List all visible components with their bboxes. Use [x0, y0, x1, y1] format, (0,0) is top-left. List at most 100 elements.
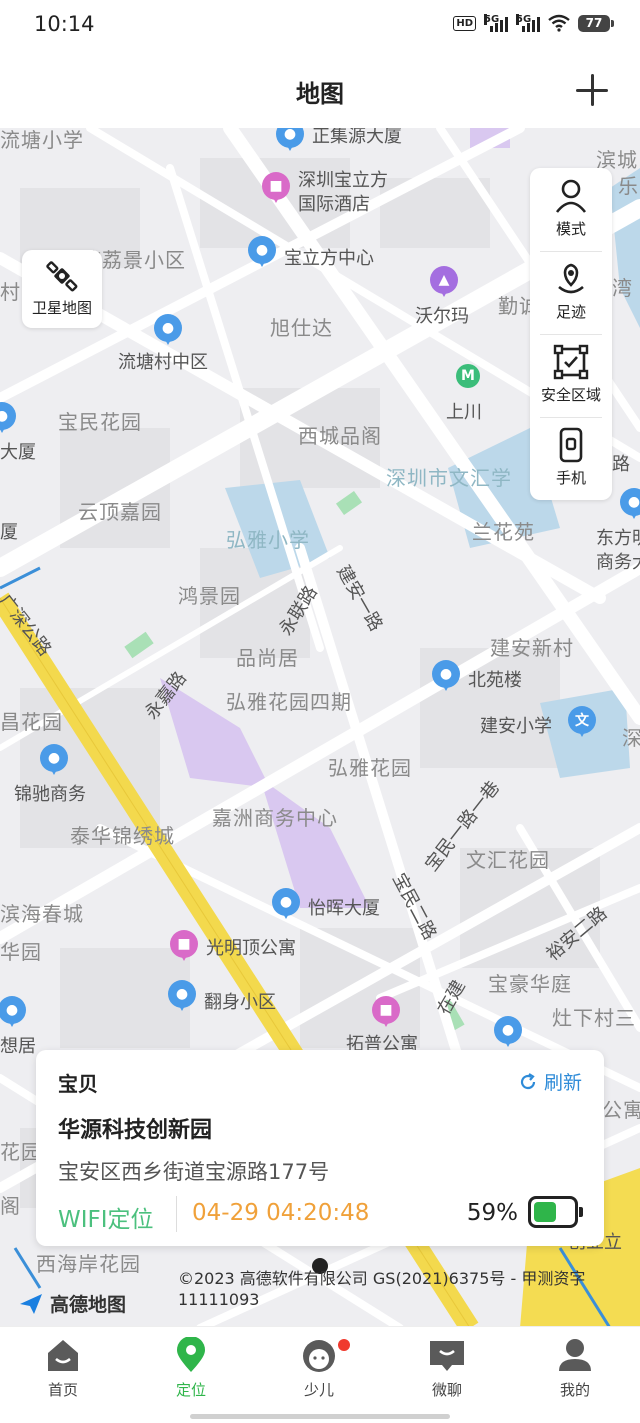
signal-icon: 5G [516, 14, 540, 32]
map-label: 村 [0, 280, 21, 304]
profile-icon [559, 1339, 591, 1371]
map-label: 兰花苑 [472, 520, 535, 544]
satellite-map-button[interactable]: 卫星地图 [22, 250, 102, 328]
map-label: 流塘小学 [0, 128, 84, 152]
map-label: 沃尔玛 [415, 306, 469, 327]
chat-icon [430, 1341, 464, 1371]
footprint-button[interactable]: 足迹 [530, 251, 612, 334]
phone-icon [559, 427, 583, 463]
poi-pin-icon[interactable]: ● [276, 128, 304, 152]
map-label: 华园 [0, 940, 42, 964]
map-label: 鸿景园 [178, 584, 241, 608]
poi-pin-icon[interactable]: ● [0, 402, 16, 434]
map-label: 文汇花园 [466, 848, 550, 872]
map-label: 弘雅小学 [226, 528, 310, 552]
safe-zone-icon [553, 344, 589, 380]
map-label: 商务大 [596, 552, 640, 573]
map-label: 云顶嘉园 [78, 500, 162, 524]
map-label: 宝民花园 [58, 410, 142, 434]
poi-pin-icon[interactable]: ● [40, 744, 68, 776]
map-label: 弘雅花园 [328, 756, 412, 780]
plus-icon[interactable] [572, 70, 612, 110]
map-label: 翻身小区 [204, 992, 276, 1013]
location-info-card: 宝贝 刷新 华源科技创新园 宝安区西乡街道宝源路177号 WIFI定位 04-2… [36, 1050, 604, 1246]
home-indicator[interactable] [190, 1414, 450, 1419]
map-label: 弘雅花园四期 [226, 690, 352, 714]
poi-pin-icon[interactable]: ● [248, 236, 276, 268]
battery-icon [528, 1196, 583, 1228]
map-label: 建安小学 [480, 716, 552, 737]
amap-logo: 高德地图 [18, 1290, 126, 1317]
map-label: 灶下村三 [552, 1006, 636, 1030]
phone-button[interactable]: 手机 [530, 417, 612, 500]
mode-button[interactable]: 模式 [530, 168, 612, 251]
poi-pin-icon[interactable]: ● [432, 660, 460, 692]
poi-pin-icon[interactable]: ● [0, 996, 26, 1028]
map-label: 正集源大厦 [312, 128, 402, 147]
refresh-button[interactable]: 刷新 [518, 1068, 582, 1095]
map-label: 上川 [446, 402, 482, 423]
refresh-label: 刷新 [543, 1072, 582, 1094]
map-label: 昌花园 [0, 710, 63, 734]
status-icons: HD 5G 5G 77 [453, 14, 614, 32]
map-label: 建安新村 [490, 636, 574, 660]
map-copyright: ©2023 高德软件有限公司 GS(2021)6375号 - 甲测资字11111… [178, 1269, 586, 1309]
metro-icon[interactable]: M [456, 364, 484, 396]
refresh-icon [520, 1072, 536, 1089]
battery-percentage: 59% [466, 1200, 518, 1226]
hotel-pin-icon[interactable]: ■ [372, 996, 400, 1028]
map-label: 西海岸花园 [36, 1252, 141, 1276]
poi-pin-icon[interactable]: ● [272, 888, 300, 920]
map-label: 深圳宝立方 [298, 170, 388, 191]
map-label: 光明顶公寓 [206, 938, 296, 959]
poi-pin-icon[interactable]: ● [620, 488, 640, 520]
map-tools-panel: 模式 足迹 安全区域 手机 [530, 168, 612, 500]
shop-pin-icon[interactable]: ▲ [430, 266, 458, 298]
road-label: 路 [612, 454, 630, 475]
hd-icon: HD [453, 15, 476, 31]
person-icon [555, 179, 587, 213]
location-type: WIFI定位 [58, 1207, 154, 1233]
status-time: 10:14 [34, 12, 95, 36]
hotel-pin-icon[interactable]: ■ [170, 930, 198, 962]
poi-pin-icon[interactable]: ● [168, 980, 196, 1012]
hotel-pin-icon[interactable]: ■ [262, 172, 290, 204]
map-label: 厦 [0, 522, 18, 543]
map-label: 湾 [612, 276, 633, 300]
safe-zone-button[interactable]: 安全区域 [530, 334, 612, 417]
divider [176, 1196, 177, 1232]
map-label: 流塘村中区 [118, 352, 208, 373]
nav-home[interactable]: 首页 [18, 1337, 108, 1400]
bottom-nav: 首页 定位 少儿 微聊 我的 [0, 1326, 640, 1423]
amap-arrow-icon [20, 1293, 42, 1314]
map-label: 阁 [0, 1194, 21, 1218]
poi-pin-icon[interactable]: ● [154, 314, 182, 346]
map-label: 滨海春城 [0, 902, 84, 926]
address-text: 宝安区西乡街道宝源路177号 [58, 1160, 330, 1184]
map-label: 深圳市文汇学 [386, 466, 512, 490]
nav-kids[interactable]: 少儿 [274, 1337, 364, 1400]
device-name: 宝贝 [58, 1072, 98, 1096]
poi-pin-icon[interactable]: ● [494, 1016, 522, 1048]
map-label: 国际酒店 [298, 194, 370, 215]
map-label: 想居 [0, 1036, 36, 1057]
school-pin-icon[interactable]: 文 [568, 706, 596, 738]
nav-profile[interactable]: 我的 [530, 1337, 620, 1400]
nav-chat[interactable]: 微聊 [402, 1337, 492, 1400]
wifi-icon [548, 14, 570, 32]
location-pin-icon [177, 1337, 205, 1372]
status-bar: 10:14 HD 5G 5G 77 [0, 0, 640, 50]
map-label: 锦驰商务 [14, 784, 86, 805]
map-label: 旭仕达 [270, 316, 333, 340]
map-label: 怡晖大厦 [308, 898, 380, 919]
map-label: 泰华锦绣城 [70, 824, 175, 848]
app-header: 地图 [0, 50, 640, 130]
map-label: 嘉洲商务中心 [212, 806, 338, 830]
satellite-map-label: 卫星地图 [31, 299, 92, 317]
map-label: 公寓 [602, 1098, 640, 1122]
footprint-icon [558, 263, 584, 294]
location-time: 04-29 04:20:48 [192, 1200, 370, 1226]
map-label: 西城品阁 [298, 424, 382, 448]
nav-location[interactable]: 定位 [146, 1337, 236, 1400]
map-label: 深 [622, 726, 640, 750]
